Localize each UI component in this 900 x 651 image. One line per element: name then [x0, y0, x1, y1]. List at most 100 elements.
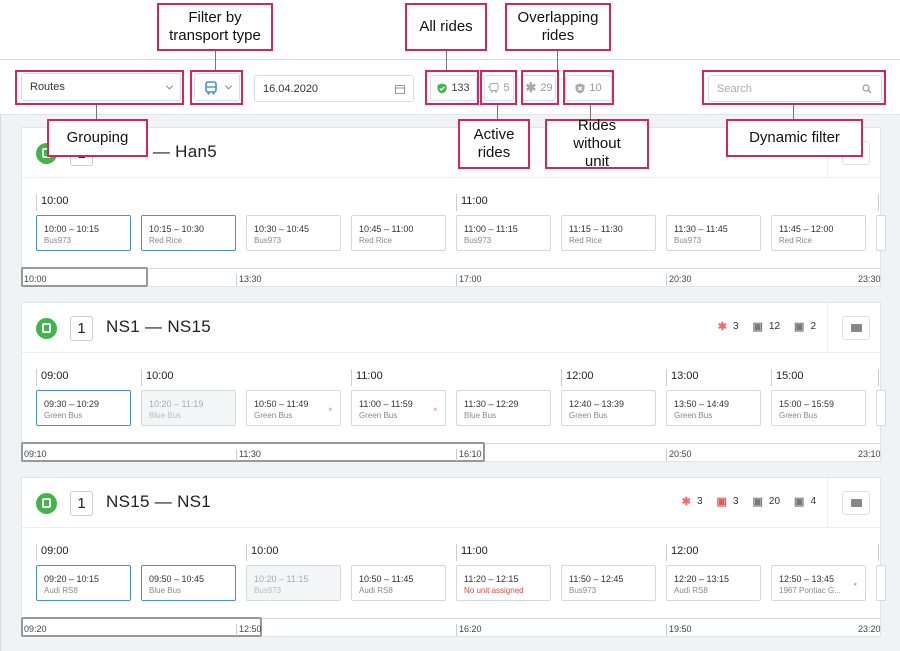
scale-label: 11:30 — [236, 449, 261, 461]
stat-value: 3 — [732, 496, 739, 507]
ride-card[interactable]: 10:20 – 11:15 Bus973 — [246, 565, 341, 601]
ride-card[interactable]: 10:30 – 10:45 Bus973 — [246, 215, 341, 251]
ride-card[interactable]: 15:00 – 15:59 Green Bus — [771, 390, 866, 426]
ride-unit: Bus973 — [464, 236, 492, 245]
route-count: 1 — [70, 316, 93, 341]
ride-time: 13:50 – 14:49 — [674, 399, 730, 409]
ride-card[interactable]: 11:15 – 11:30 Red Rice — [561, 215, 656, 251]
callout-rides-without-unit: Rides without unit — [545, 117, 649, 170]
ride-card[interactable]: 10:50 – 11:49 Green Bus * — [246, 390, 341, 426]
route-stat: ✱ 3 — [718, 320, 739, 333]
scale-label: 09:10 — [24, 449, 47, 459]
bus-icon — [36, 493, 57, 514]
ride-card[interactable]: 09:30 – 10:29 Green Bus — [36, 390, 131, 426]
ride-card[interactable]: 12:50 – 13:45 1967 Pontiac G... * — [771, 565, 866, 601]
transport-highlight — [190, 70, 243, 105]
ride-card[interactable]: 11:00 – 11:59 Green Bus * — [351, 390, 446, 426]
hour-label — [878, 544, 883, 561]
ride-unit: Green Bus — [569, 411, 608, 420]
scale-label: 19:50 — [666, 624, 692, 636]
ride-unit: Red Rice — [359, 236, 392, 245]
ride-time: 10:00 – 10:15 — [44, 224, 100, 234]
ride-card[interactable]: 12:40 – 13:39 Green Bus — [561, 390, 656, 426]
ride-card[interactable]: 09:50 – 10:45 Blue Bus — [141, 565, 236, 601]
timeline-window[interactable] — [21, 617, 262, 637]
date-picker[interactable]: 16.04.2020 — [254, 75, 414, 102]
ride-card[interactable]: 11:30 – 12:29 Blue Bus — [456, 390, 551, 426]
stat-value: 4 — [810, 496, 816, 507]
ride-time: 10:30 – 10:45 — [254, 224, 310, 234]
overlap-icon: * — [853, 581, 857, 591]
hour-label: 11:00 — [351, 369, 383, 386]
hour-label: 09:00 — [36, 369, 69, 386]
timeline-scale: 09:10 11:30 16:10 20:50 23:10 — [21, 442, 881, 462]
scale-label: 23:20 — [858, 624, 881, 634]
ride-unit: Red Rice — [569, 236, 602, 245]
ride-card-partial[interactable] — [876, 390, 886, 426]
ride-card-partial[interactable] — [876, 215, 886, 251]
overlap-icon: * — [328, 406, 332, 416]
hour-label: 10:00 — [36, 194, 69, 211]
ride-unit: Green Bus — [779, 411, 818, 420]
ride-unit: Green Bus — [674, 411, 713, 420]
ride-time: 11:30 – 12:29 — [464, 399, 519, 409]
ride-card[interactable]: 11:50 – 12:45 Bus973 — [561, 565, 656, 601]
ride-unit: Audi RS8 — [674, 586, 708, 595]
print-button[interactable] — [842, 491, 870, 515]
hour-label: 15:00 — [771, 369, 804, 386]
scale-label: 20:50 — [666, 449, 692, 461]
ride-unit: Bus973 — [254, 236, 282, 245]
ride-card[interactable]: 10:20 – 11:19 Blue Bus — [141, 390, 236, 426]
ride-time: 10:45 – 11:00 — [359, 224, 414, 234]
stat-icon: ▣ — [752, 321, 763, 333]
route-stats: ✱ 3 ▣ 12 ▣ 2 — [718, 320, 816, 333]
ride-card[interactable]: 11:45 – 12:00 Red Rice — [771, 215, 866, 251]
stat-icon: ▣ — [752, 496, 763, 508]
hour-label: 12:00 — [666, 544, 699, 561]
connector-line — [446, 51, 447, 70]
ride-card[interactable]: 10:50 – 11:45 Audi RS8 — [351, 565, 446, 601]
scale-label: 10:00 — [24, 274, 47, 284]
bus-icon — [36, 318, 57, 339]
stat-value: 3 — [696, 496, 703, 507]
route-stat: ▣ 12 — [753, 320, 781, 333]
ride-card[interactable]: 11:20 – 12:15 No unit assigned — [456, 565, 551, 601]
grouping-highlight — [15, 70, 184, 105]
ride-time: 10:50 – 11:49 — [254, 399, 309, 409]
route-panel: 1 NS15 — NS1 ✱ 3 ▣ 3 ▣ 20 ▣ 4 09:00 10:00 11:00 12:00… — [21, 477, 886, 637]
hour-label: 10:00 — [246, 544, 279, 561]
ride-time: 12:20 – 13:15 — [674, 574, 730, 584]
printer-icon — [851, 499, 862, 507]
callout-overlapping-rides: Overlapping rides — [505, 3, 611, 51]
ride-card[interactable]: 10:15 – 10:30 Red Rice — [141, 215, 236, 251]
route-stat: ▣ 3 — [717, 495, 739, 508]
ride-time: 11:20 – 12:15 — [464, 574, 519, 584]
ride-unit: No unit assigned — [464, 586, 524, 595]
route-stat: ▣ 2 — [794, 320, 816, 333]
ride-unit: Audi RS8 — [44, 586, 78, 595]
ride-card[interactable]: 10:00 – 10:15 Bus973 — [36, 215, 131, 251]
no-unit-highlight — [563, 70, 614, 105]
active-rides-highlight — [480, 70, 517, 105]
route-name: NS1 — NS15 — [106, 317, 212, 336]
ride-time: 11:50 – 12:45 — [569, 574, 624, 584]
ride-time: 10:20 – 11:19 — [149, 399, 204, 409]
stat-icon: ✱ — [681, 496, 691, 508]
stat-value: 20 — [768, 496, 781, 507]
timeline-scale: 10:00 13:30 17:00 20:30 23:30 — [21, 267, 881, 287]
ride-card[interactable]: 11:00 – 11:15 Bus973 — [456, 215, 551, 251]
ride-card-partial[interactable] — [876, 565, 886, 601]
ride-unit: Bus973 — [44, 236, 72, 245]
print-button[interactable] — [842, 316, 870, 340]
ride-card[interactable]: 13:50 – 14:49 Green Bus — [666, 390, 761, 426]
ride-time: 11:00 – 11:15 — [464, 224, 518, 234]
ride-card[interactable]: 10:45 – 11:00 Red Rice — [351, 215, 446, 251]
stat-icon: ▣ — [794, 496, 805, 508]
ride-unit: Green Bus — [359, 411, 398, 420]
ride-card[interactable]: 09:20 – 10:15 Audi RS8 — [36, 565, 131, 601]
callout-dynamic-filter: Dynamic filter — [726, 119, 863, 157]
stat-value: 3 — [732, 321, 739, 332]
ride-card[interactable]: 12:20 – 13:15 Audi RS8 — [666, 565, 761, 601]
hour-label: 12:00 — [561, 369, 594, 386]
ride-card[interactable]: 11:30 – 11:45 Bus973 — [666, 215, 761, 251]
